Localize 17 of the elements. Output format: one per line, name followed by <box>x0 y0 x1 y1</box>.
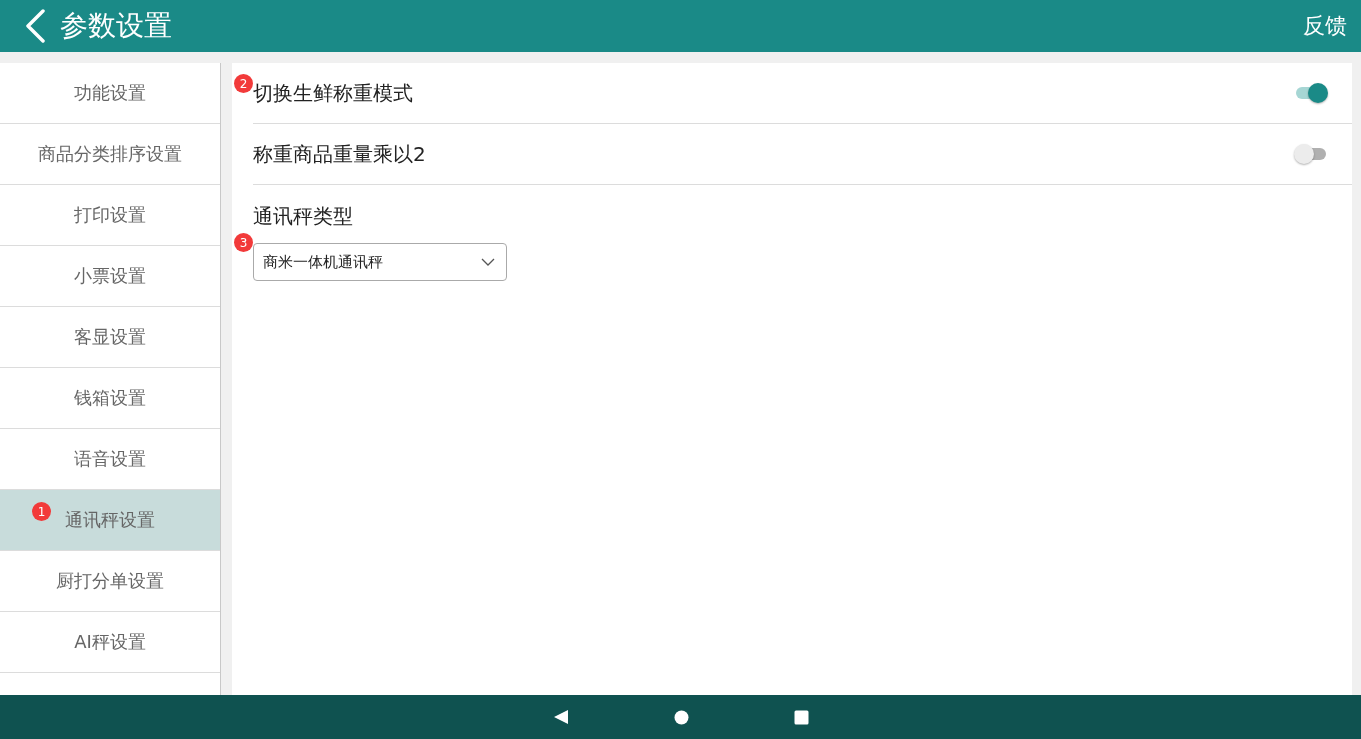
page-title: 参数设置 <box>60 8 173 44</box>
setting-label: 称重商品重量乘以2 <box>253 140 426 168</box>
toggle-switch[interactable] <box>1294 82 1328 104</box>
chevron-down-icon <box>481 258 495 266</box>
feedback-button[interactable]: 反馈 <box>1303 11 1347 41</box>
back-icon[interactable] <box>24 9 46 43</box>
home-circle-icon[interactable] <box>673 709 689 725</box>
sidebar-item[interactable]: 1 通讯秤设置 <box>0 490 220 551</box>
number-badge: 3 <box>234 233 253 252</box>
toggle-switch[interactable] <box>1294 143 1328 165</box>
setting-label: 通讯秤类型 <box>253 203 354 230</box>
number-badge: 2 <box>234 74 253 93</box>
number-badge: 1 <box>32 502 51 521</box>
back-triangle-icon[interactable] <box>552 709 569 725</box>
dropdown[interactable]: 商米一体机通讯秤 <box>253 243 507 281</box>
recents-square-icon[interactable] <box>793 709 809 725</box>
setting-label: 切换生鲜称重模式 <box>253 79 413 107</box>
